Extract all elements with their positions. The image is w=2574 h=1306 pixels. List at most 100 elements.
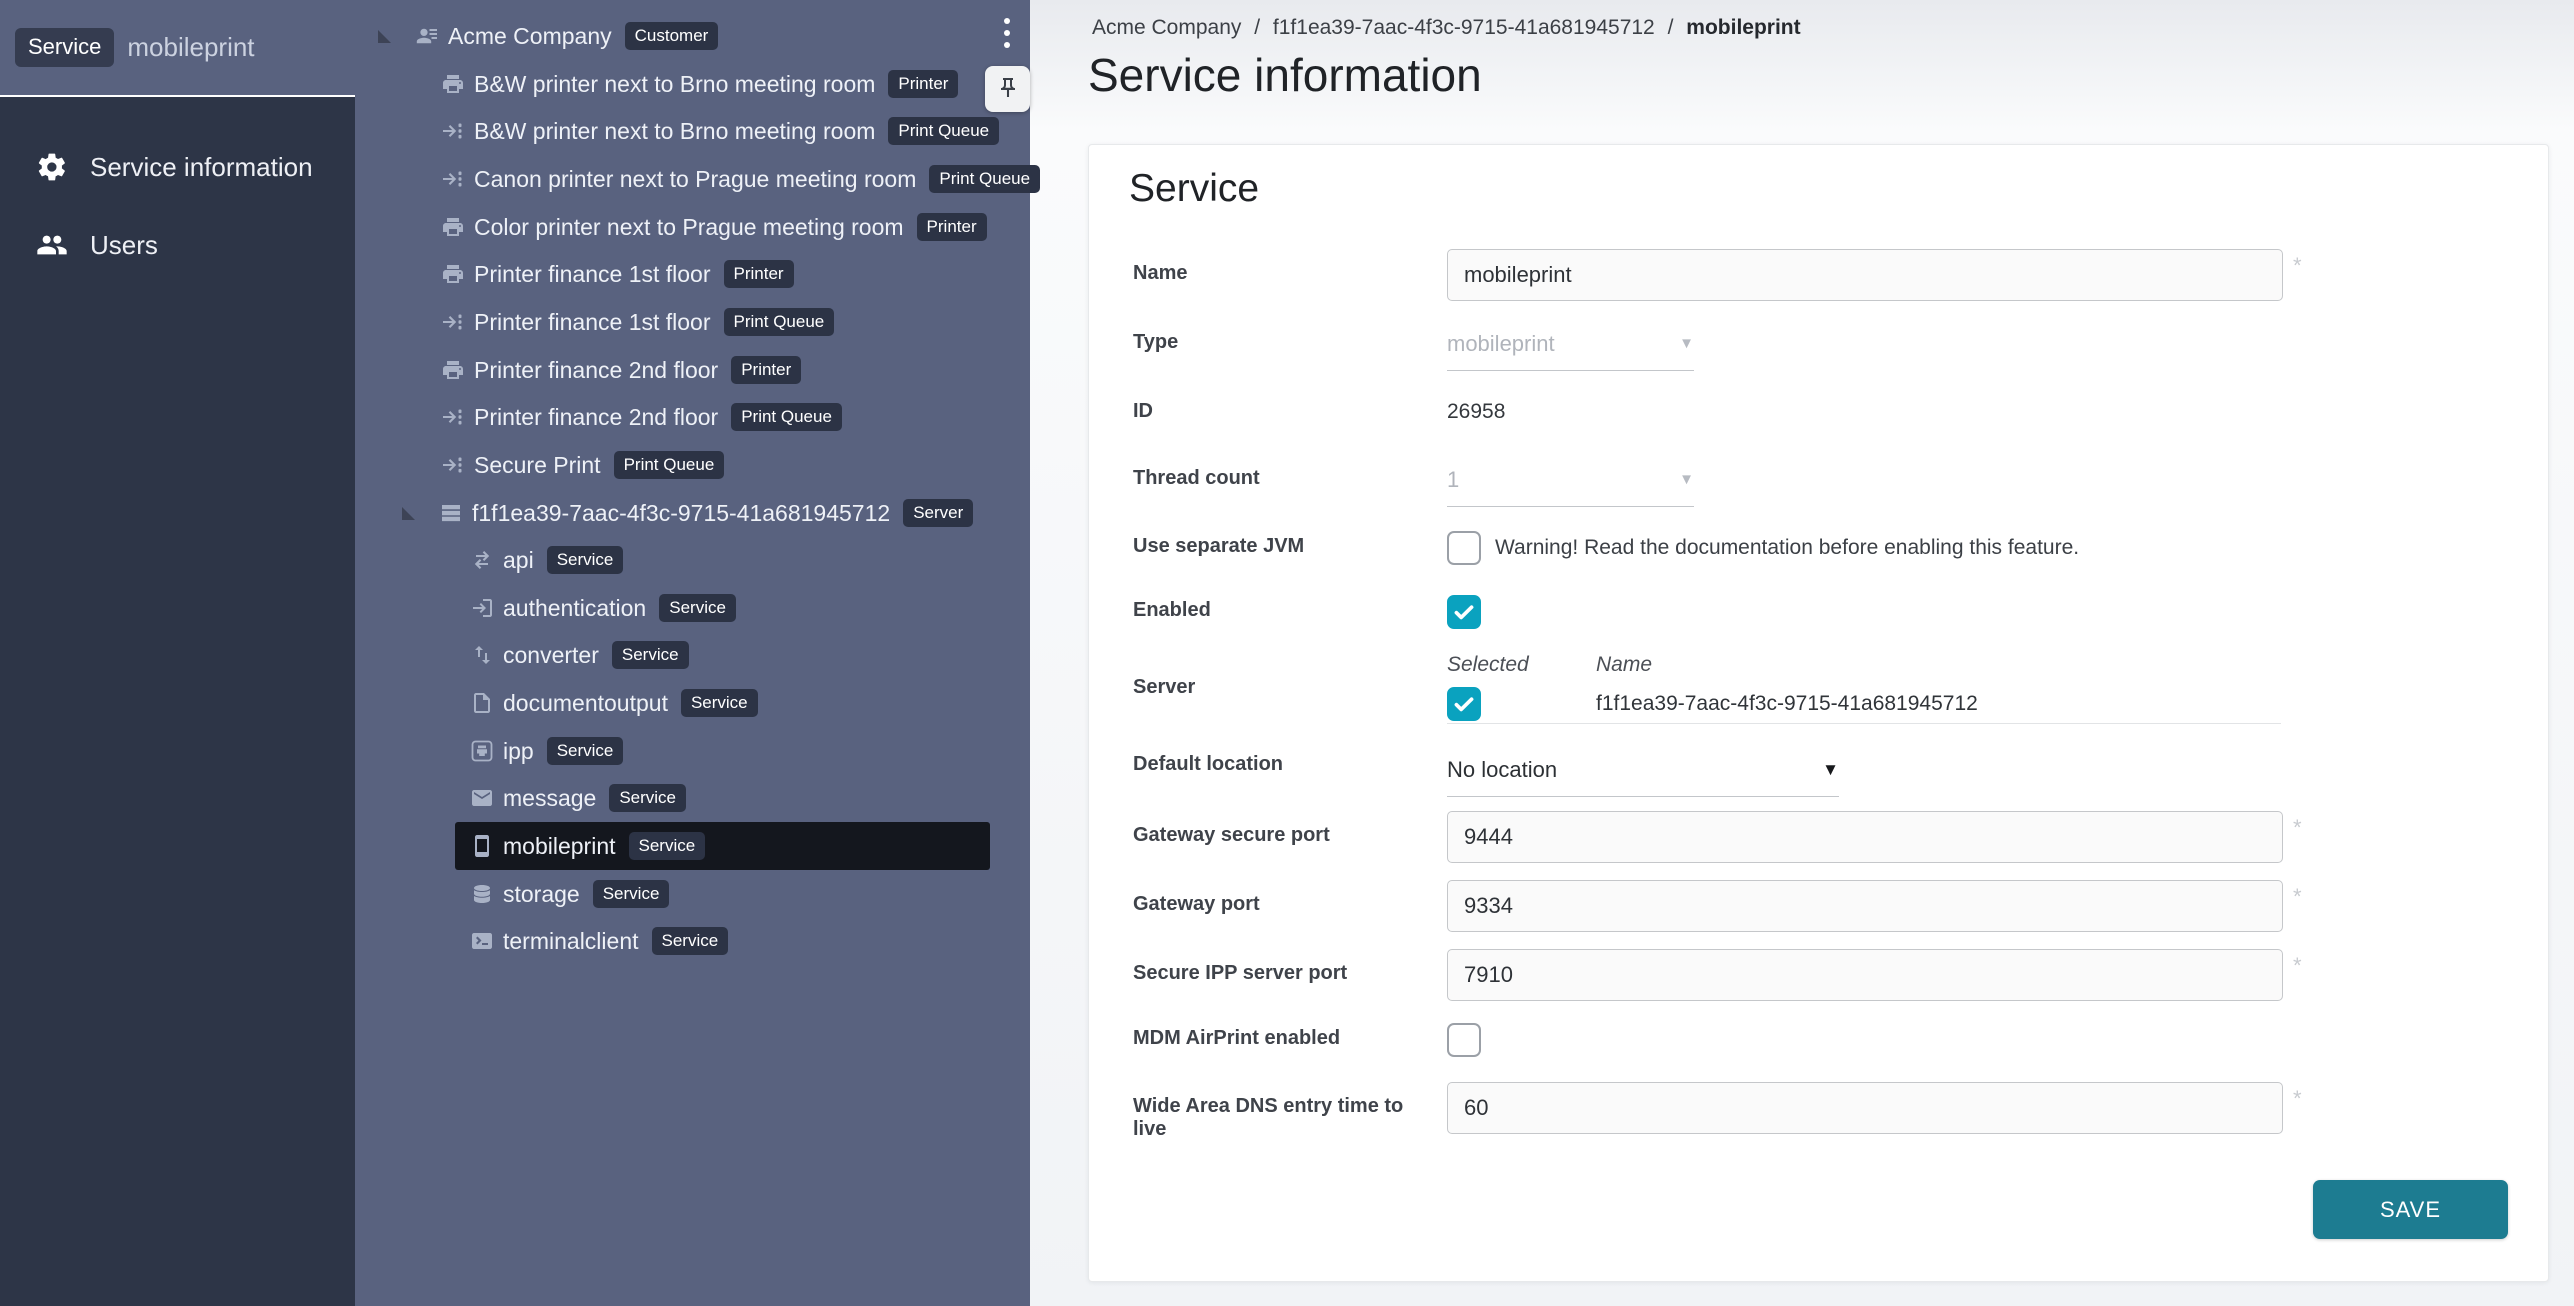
tree-node[interactable]: apiService bbox=[455, 536, 638, 584]
tree-node-type-badge: Customer bbox=[625, 22, 719, 50]
chevron-down-icon: ▼ bbox=[1679, 335, 1694, 352]
tree-panel: Acme Company Customer B&W printer next to … bbox=[355, 0, 1030, 1306]
envelope-icon bbox=[470, 786, 494, 810]
id-value: 26958 bbox=[1447, 400, 1505, 424]
required-marker: * bbox=[2293, 884, 2302, 910]
tree-node-type-badge: Service bbox=[593, 880, 670, 908]
tree-node-label: mobileprint bbox=[503, 833, 616, 860]
breadcrumb-item[interactable]: Acme Company bbox=[1092, 16, 1241, 39]
required-marker: * bbox=[2293, 815, 2302, 841]
tree-node[interactable]: B&W printer next to Brno meeting roomPri… bbox=[441, 107, 999, 155]
tree-node[interactable]: ipp Service bbox=[455, 727, 638, 775]
tree-node-content: storageService bbox=[455, 870, 684, 918]
tree-node-type-badge: Print Queue bbox=[724, 308, 835, 336]
tree-node-label: Printer finance 1st floor bbox=[474, 261, 711, 288]
tree-node-label: ipp bbox=[503, 738, 534, 765]
tree-node-content: apiService bbox=[455, 536, 638, 584]
tree-node-content: ipp Service bbox=[455, 727, 638, 775]
tree-node[interactable]: Canon printer next to Prague meeting roo… bbox=[441, 155, 1040, 203]
sidebar: Service mobileprint Service information … bbox=[0, 0, 355, 1306]
default-location-select[interactable]: No location ▼ bbox=[1447, 743, 1839, 797]
tree-node[interactable]: Acme Company Customer bbox=[378, 12, 718, 60]
name-input[interactable] bbox=[1447, 249, 2283, 301]
tree-node-label: Canon printer next to Prague meeting roo… bbox=[474, 166, 916, 193]
breadcrumb: Acme Company / f1f1ea39-7aac-4f3c-9715-4… bbox=[1092, 16, 1801, 40]
required-marker: * bbox=[2293, 1086, 2302, 1112]
tree-node-label: Secure Print bbox=[474, 452, 601, 479]
breadcrumb-separator: / bbox=[1668, 16, 1674, 39]
printer-icon bbox=[441, 72, 465, 96]
gateway-secure-port-input[interactable] bbox=[1447, 811, 2283, 863]
mdm-airprint-checkbox[interactable] bbox=[1447, 1023, 1481, 1057]
tree-node[interactable]: Secure Print Print Queue bbox=[441, 441, 724, 489]
tree-expander-icon[interactable] bbox=[378, 30, 391, 43]
tree-node-type-badge: Print Queue bbox=[614, 451, 725, 479]
use-separate-jvm-checkbox[interactable] bbox=[1447, 531, 1481, 565]
server-row-divider bbox=[1447, 723, 2281, 724]
tree-node[interactable]: B&W printer next to Brno meeting roomPri… bbox=[441, 60, 958, 108]
tree-node-label: documentoutput bbox=[503, 690, 668, 717]
main-content: Acme Company / f1f1ea39-7aac-4f3c-9715-4… bbox=[1030, 0, 2574, 1306]
tree-node-type-badge: Print Queue bbox=[929, 165, 1040, 193]
sidebar-item-service-information[interactable]: Service information bbox=[0, 135, 355, 199]
tree-node[interactable]: Printer finance 2nd floor Print Queue bbox=[441, 393, 842, 441]
gear-icon bbox=[36, 151, 68, 183]
api-icon bbox=[470, 548, 494, 572]
server-row-checkbox[interactable] bbox=[1447, 687, 1481, 721]
save-button[interactable]: SAVE bbox=[2313, 1180, 2508, 1239]
tree-node[interactable]: Printer finance 2nd floorPrinter bbox=[441, 346, 801, 394]
pin-panel-button[interactable] bbox=[985, 66, 1030, 112]
service-form-card: Service Name * Type mobileprint ▼ ID 269… bbox=[1088, 144, 2549, 1282]
tree-node[interactable]: Printer finance 1st floor Print Queue bbox=[441, 298, 834, 346]
pin-icon bbox=[996, 76, 1020, 103]
id-label: ID bbox=[1133, 400, 1433, 423]
app-root: Acme Company Customer B&W printer next to … bbox=[0, 0, 2574, 1306]
sidebar-item-users[interactable]: Users bbox=[0, 213, 355, 277]
customer-icon bbox=[415, 24, 439, 48]
tree-node-type-badge: Service bbox=[612, 641, 689, 669]
users-icon bbox=[36, 229, 68, 261]
secure-ipp-server-port-input[interactable] bbox=[1447, 949, 2283, 1001]
tree-node[interactable]: authenticationService bbox=[455, 584, 751, 632]
tree-node-type-badge: Service bbox=[659, 594, 736, 622]
tree-node[interactable]: messageService bbox=[455, 774, 701, 822]
tree-node-type-badge: Service bbox=[547, 737, 624, 765]
breadcrumb-item[interactable]: f1f1ea39-7aac-4f3c-9715-41a681945712 bbox=[1273, 16, 1655, 39]
tree-node-type-badge: Service bbox=[681, 689, 758, 717]
tree-node-label: B&W printer next to Brno meeting room bbox=[474, 118, 875, 145]
tree-node[interactable]: f1f1ea39-7aac-4f3c-9715-41a681945712Serv… bbox=[402, 489, 973, 537]
enabled-checkbox[interactable] bbox=[1447, 595, 1481, 629]
name-label: Name bbox=[1133, 262, 1433, 285]
service-type-badge: Service bbox=[15, 28, 114, 67]
thread-count-label: Thread count bbox=[1133, 467, 1433, 490]
more-menu-button[interactable] bbox=[1000, 14, 1014, 52]
tree-node[interactable]: terminalclientService bbox=[455, 917, 743, 965]
document-icon bbox=[470, 691, 494, 715]
gateway-port-label: Gateway port bbox=[1133, 893, 1433, 916]
tree-node[interactable]: Printer finance 1st floorPrinter bbox=[441, 250, 794, 298]
tree-node[interactable]: converterService bbox=[455, 631, 704, 679]
tree-node-type-badge: Printer bbox=[731, 356, 801, 384]
tree-expander-icon[interactable] bbox=[402, 507, 415, 520]
breadcrumb-item-current: mobileprint bbox=[1686, 16, 1800, 39]
tree-node[interactable]: storageService bbox=[455, 870, 684, 918]
page-title: Service information bbox=[1088, 48, 1482, 102]
tree-node-label: Printer finance 1st floor bbox=[474, 309, 711, 336]
gateway-port-input[interactable] bbox=[1447, 880, 2283, 932]
terminal-icon bbox=[470, 929, 494, 953]
wide-area-dns-ttl-input[interactable] bbox=[1447, 1082, 2283, 1134]
server-row-name: f1f1ea39-7aac-4f3c-9715-41a681945712 bbox=[1596, 692, 1978, 716]
tree-node-label: message bbox=[503, 785, 596, 812]
tree-node-type-badge: Printer bbox=[917, 213, 987, 241]
tree-node[interactable]: documentoutput Service bbox=[455, 679, 773, 727]
card-heading: Service bbox=[1129, 167, 1259, 211]
tree-node-content: terminalclientService bbox=[455, 917, 743, 965]
printer-icon bbox=[441, 358, 465, 382]
tree-node[interactable]: mobileprintService bbox=[455, 822, 990, 870]
tree-node[interactable]: Color printer next to Prague meeting roo… bbox=[441, 203, 987, 251]
tree-node-label: api bbox=[503, 547, 534, 574]
tree-node-label: Acme Company bbox=[448, 23, 612, 50]
tree-node-content: messageService bbox=[455, 774, 701, 822]
tree-node-label: Printer finance 2nd floor bbox=[474, 404, 718, 431]
tree-node-type-badge: Print Queue bbox=[731, 403, 842, 431]
